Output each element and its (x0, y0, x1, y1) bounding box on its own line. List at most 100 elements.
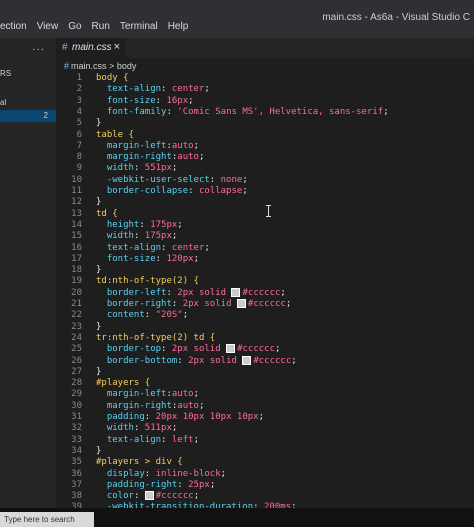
code-line[interactable]: 31 padding: 20px 10px 10px 10px; (56, 411, 474, 423)
more-actions-icon[interactable]: ··· (32, 44, 45, 55)
code-line[interactable]: 10 -webkit-user-select: none; (56, 174, 474, 186)
code-text: } (96, 265, 102, 276)
menu-terminal[interactable]: Terminal (120, 21, 158, 32)
tab-main-css[interactable]: # main.css × (56, 38, 126, 58)
window-title: main.css - As6a - Visual Studio C (322, 12, 470, 23)
line-number: 21 (71, 299, 82, 309)
code-line[interactable]: 22 content: "20S"; (56, 309, 474, 321)
code-line[interactable]: 36 display: inline-block; (56, 468, 474, 480)
code-line[interactable]: 23} (56, 321, 474, 333)
code-line[interactable]: 5} (56, 117, 474, 129)
line-number: 22 (71, 310, 82, 321)
line-number: 32 (71, 423, 82, 434)
code-line[interactable]: 17 font-size: 120px; (56, 253, 474, 265)
code-line[interactable]: 15 width: 175px; (56, 230, 474, 242)
code-line[interactable]: 33 text-align: left; (56, 434, 474, 446)
code-text: } (96, 366, 102, 377)
menu-selection[interactable]: ection (0, 21, 27, 32)
code-line[interactable]: 38 color: #cccccc; (56, 490, 474, 502)
line-number: 7 (76, 140, 82, 151)
problem-count-badge: 2 (43, 111, 48, 120)
line-number: 36 (71, 468, 82, 479)
code-text: width: 511px; (106, 423, 178, 434)
code-line[interactable]: 32 width: 511px; (56, 422, 474, 434)
tab-label: main.css (72, 42, 112, 53)
color-swatch-icon[interactable] (226, 344, 236, 354)
code-line[interactable]: 30 margin-right:auto; (56, 400, 474, 412)
code-line[interactable]: 6 table { (56, 129, 474, 141)
menu-run[interactable]: Run (92, 21, 110, 32)
code-text: margin-right:auto; (106, 152, 205, 163)
sidebar-item-active[interactable]: 2 (0, 110, 56, 122)
code-text: -webkit-user-select: none; (106, 174, 248, 185)
line-number: 13 (71, 208, 82, 219)
code-line[interactable]: 21 border-right: 2px solid #cccccc; (56, 298, 474, 310)
menu-help[interactable]: Help (168, 21, 189, 32)
sidebar-item[interactable]: al (0, 98, 6, 107)
code-text: table { (96, 129, 134, 140)
close-icon[interactable]: × (114, 41, 120, 53)
code-text: font-size: 120px; (106, 253, 199, 264)
line-number: 35 (71, 457, 82, 468)
code-line[interactable]: 3 font-size: 16px; (56, 95, 474, 107)
code-text: font-family: 'Comic Sans MS', Helvetica,… (106, 106, 389, 117)
code-text: } (96, 321, 102, 332)
color-swatch-icon[interactable] (231, 287, 241, 297)
code-line[interactable]: 18} (56, 264, 474, 276)
code-line[interactable]: 37 padding-right: 25px; (56, 479, 474, 491)
line-number: 38 (71, 491, 82, 502)
taskbar: Type here to search (0, 508, 474, 527)
code-line[interactable]: 8 margin-right:auto; (56, 151, 474, 163)
code-line[interactable]: 1 body { (56, 72, 474, 84)
code-line[interactable]: 28 #players { (56, 377, 474, 389)
code-text: } (96, 445, 102, 456)
code-text: text-align: center; (106, 242, 210, 253)
code-line[interactable]: 35 #players > div { (56, 456, 474, 468)
code-line[interactable]: 2 text-align: center; (56, 83, 474, 95)
title-bar: ection View Go Run Terminal Help main.cs… (0, 0, 474, 38)
breadcrumb-symbol[interactable]: body (117, 61, 137, 71)
code-line[interactable]: 9 width: 551px; (56, 162, 474, 174)
code-editor[interactable]: 1 body {2 text-align: center; 3 font-size:… (56, 72, 474, 522)
code-line[interactable]: 13 td { (56, 208, 474, 220)
line-number: 33 (71, 434, 82, 445)
taskbar-search[interactable]: Type here to search (0, 512, 94, 527)
code-text: body { (96, 73, 129, 83)
line-number: 12 (71, 197, 82, 208)
breadcrumb[interactable]: # main.css > body (64, 61, 136, 71)
menu-view[interactable]: View (37, 21, 59, 32)
line-number: 18 (71, 265, 82, 276)
line-number: 19 (71, 276, 82, 287)
code-line[interactable]: 20 border-left: 2px solid #cccccc; (56, 287, 474, 299)
breadcrumb-file[interactable]: main.css (71, 61, 107, 71)
line-number: 3 (76, 95, 82, 106)
code-line[interactable]: 16 text-align: center; (56, 242, 474, 254)
code-line[interactable]: 14 height: 175px; (56, 219, 474, 231)
code-line[interactable]: 24 tr:nth-of-type(2) td { (56, 332, 474, 344)
code-text: #players { (96, 378, 151, 389)
code-text: padding-right: 25px; (106, 479, 216, 490)
code-text: } (96, 118, 102, 129)
line-number: 10 (71, 174, 82, 185)
code-text: width: 175px; (106, 231, 178, 242)
color-swatch-icon[interactable] (144, 491, 154, 501)
code-line[interactable]: 11 border-collapse: collapse; (56, 185, 474, 197)
code-text: border-collapse: collapse; (106, 186, 248, 196)
code-line[interactable]: 26 border-bottom: 2px solid #cccccc; (56, 355, 474, 367)
code-text: height: 175px; (106, 219, 183, 230)
code-line[interactable]: 34} (56, 445, 474, 457)
code-line[interactable]: 19 td:nth-of-type(2) { (56, 275, 474, 287)
code-text: } (96, 197, 102, 208)
menu-go[interactable]: Go (68, 21, 81, 32)
color-swatch-icon[interactable] (242, 355, 252, 365)
color-swatch-icon[interactable] (236, 299, 246, 308)
code-line[interactable]: 12} (56, 196, 474, 208)
line-number: 1 (76, 73, 82, 83)
code-line[interactable]: 29 margin-left:auto; (56, 388, 474, 400)
line-number: 20 (71, 287, 82, 298)
code-line[interactable]: 4 font-family: 'Comic Sans MS', Helvetic… (56, 106, 474, 118)
code-text: border-bottom: 2px solid #cccccc; (106, 355, 297, 366)
code-line[interactable]: 25 border-top: 2px solid #cccccc; (56, 343, 474, 355)
code-line[interactable]: 7 margin-left:auto; (56, 140, 474, 152)
code-line[interactable]: 27} (56, 366, 474, 378)
